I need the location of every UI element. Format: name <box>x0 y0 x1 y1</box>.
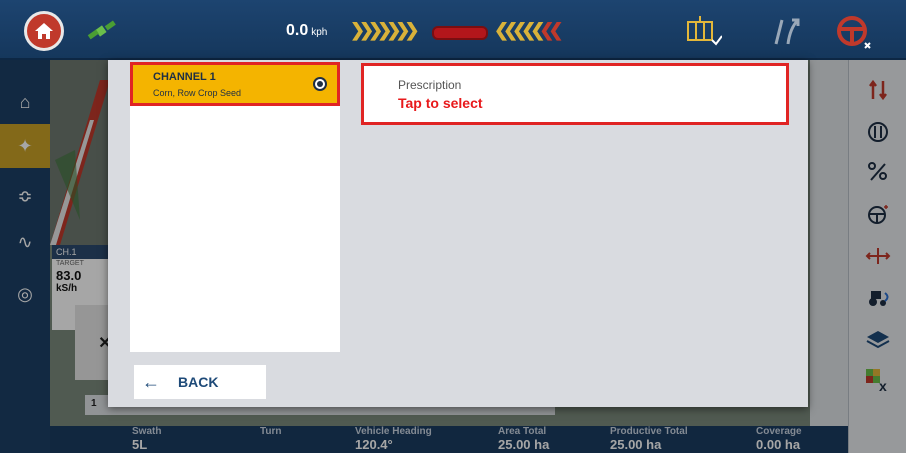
prescription-selector[interactable]: Prescription Tap to select <box>361 63 789 125</box>
screen: 0.0 kph ❯❯❯❯❯❯❯ ❮❮❮❮❮❮❮ ⌂ ✦ ≎ ∿ ◎ x CH.1… <box>0 0 906 453</box>
prescription-dialog: CHANNEL 1 Corn, Row Crop Seed Prescripti… <box>108 60 808 407</box>
guidance-left-chevrons-icon: ❯❯❯❯❯❯❯ <box>350 20 420 40</box>
channel-name: CHANNEL 1 <box>153 71 216 83</box>
speed-value: 0.0 <box>286 22 309 39</box>
implement-icon[interactable] <box>682 14 722 48</box>
speed-readout: 0.0 kph <box>286 22 327 40</box>
prescription-value: Tap to select <box>398 95 483 111</box>
channel-list: CHANNEL 1 Corn, Row Crop Seed <box>130 62 340 352</box>
speed-unit: kph <box>311 27 328 38</box>
home-button[interactable] <box>24 11 64 51</box>
channel-subtitle: Corn, Row Crop Seed <box>153 88 242 98</box>
steering-wheel-icon[interactable] <box>834 14 874 50</box>
satellite-icon[interactable] <box>86 18 116 44</box>
channel-radio-selected[interactable] <box>313 77 327 91</box>
guidance-right-chevrons-icon: ❮❮❮❮❮❮❮ <box>494 20 564 40</box>
prescription-label: Prescription <box>398 78 462 92</box>
guidance-center-indicator <box>432 26 488 40</box>
back-label: BACK <box>178 374 219 390</box>
auto-steer-path-icon[interactable] <box>770 14 802 48</box>
top-status-bar: 0.0 kph ❯❯❯❯❯❯❯ ❮❮❮❮❮❮❮ <box>0 0 906 60</box>
back-arrow-icon: ← <box>142 371 160 392</box>
back-button[interactable]: ← BACK <box>134 365 266 399</box>
channel-item-1[interactable]: CHANNEL 1 Corn, Row Crop Seed <box>130 62 340 106</box>
home-icon <box>35 23 53 39</box>
